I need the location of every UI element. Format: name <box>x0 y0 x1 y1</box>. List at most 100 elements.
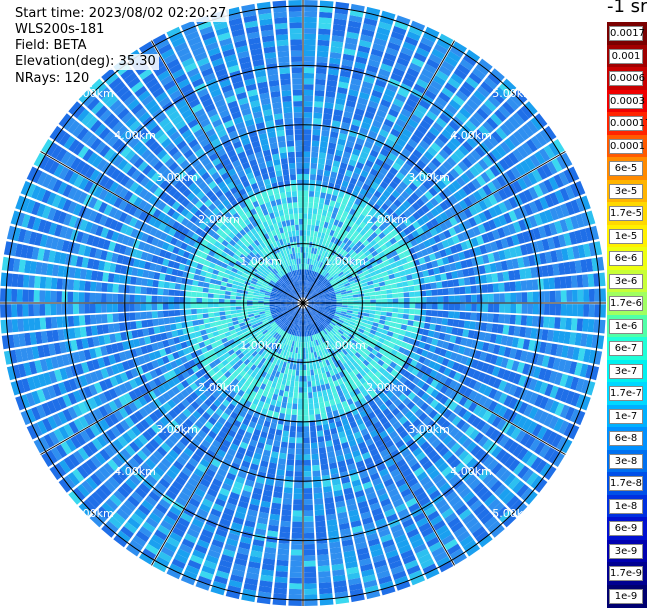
radar-cell <box>313 118 322 125</box>
radar-cell <box>162 296 169 303</box>
radar-cell <box>293 207 298 214</box>
radar-cell <box>311 380 316 387</box>
radar-cell <box>311 140 320 147</box>
radar-cell <box>303 202 308 208</box>
radar-cell <box>292 78 303 85</box>
radar-cell <box>95 293 102 303</box>
radar-cell <box>186 321 194 327</box>
radar-cell <box>300 359 303 365</box>
radar-cell <box>319 220 325 227</box>
radar-cell <box>277 377 283 385</box>
radar-cell <box>296 437 303 444</box>
radar-cell <box>298 207 303 214</box>
radar-cell <box>230 299 236 303</box>
radar-cell <box>290 549 302 556</box>
radar-cell <box>44 290 51 302</box>
radar-cell <box>317 208 323 216</box>
radar-cell <box>298 381 303 388</box>
radar-cell <box>577 304 584 317</box>
radar-cell <box>325 406 332 413</box>
radar-cell <box>303 527 315 534</box>
radar-cell <box>292 403 298 410</box>
radar-cell <box>303 173 310 180</box>
radar-cell <box>375 303 382 307</box>
radar-cell <box>202 292 209 298</box>
radar-cell <box>303 61 315 68</box>
radar-cell <box>290 39 302 46</box>
radar-cell <box>22 304 29 317</box>
radar-cell <box>170 275 177 283</box>
radar-cell <box>305 342 308 348</box>
radar-cell <box>303 67 315 74</box>
radar-cell <box>307 381 312 387</box>
radar-cell <box>290 555 302 562</box>
radar-cell <box>316 543 328 550</box>
radar-cell <box>300 252 303 259</box>
radar-cell <box>288 442 296 449</box>
radar-cell <box>359 303 365 306</box>
radar-cell <box>308 397 314 404</box>
radar-cell <box>16 289 23 302</box>
radar-cell <box>34 275 41 289</box>
radar-cell <box>282 101 292 108</box>
radar-cell <box>281 90 292 97</box>
radar-cell <box>304 555 316 562</box>
radar-cell <box>293 493 303 500</box>
radar-cell <box>272 153 280 161</box>
radar-cell <box>320 135 329 143</box>
radar-cell <box>173 303 180 310</box>
radar-cell <box>303 78 314 85</box>
radar-cell <box>276 559 289 567</box>
radar-cell <box>303 381 308 388</box>
radar-cell <box>213 307 220 312</box>
radar-cell <box>219 307 225 312</box>
radar-cell <box>101 314 108 324</box>
radar-cell <box>414 309 421 315</box>
radar-cell <box>318 582 332 589</box>
radar-cell <box>303 129 312 135</box>
radar-cell <box>304 56 315 62</box>
radar-cell <box>290 380 295 387</box>
radar-cell <box>303 375 307 382</box>
radar-cell <box>303 252 306 259</box>
radar-cell <box>317 559 330 567</box>
radar-cell <box>312 363 317 370</box>
radar-cell <box>341 307 348 310</box>
radar-cell <box>565 317 572 331</box>
radar-cell <box>174 310 181 316</box>
radar-cell <box>304 28 317 34</box>
radar-cell <box>289 236 294 243</box>
radar-cell <box>312 386 317 393</box>
radar-cell <box>423 322 431 330</box>
radar-cell <box>307 219 312 225</box>
radar-cell <box>72 291 79 303</box>
radar-cell <box>303 112 313 118</box>
radar-cell <box>290 33 302 40</box>
radar-cell <box>230 291 237 296</box>
radar-cell <box>56 304 62 315</box>
radar-cell <box>303 516 314 522</box>
radar-cell <box>464 312 472 320</box>
radar-cell <box>185 309 192 315</box>
radar-cell <box>236 312 243 317</box>
radar-cell <box>303 359 306 365</box>
radar-cell <box>310 157 318 164</box>
radar-cell <box>252 295 259 299</box>
radar-cell <box>516 303 522 314</box>
radar-cell <box>299 235 303 242</box>
radar-cell <box>191 314 198 321</box>
radar-cell <box>309 414 315 421</box>
radar-cell <box>291 224 296 231</box>
radar-cell <box>317 39 330 47</box>
radar-cell <box>560 304 567 316</box>
radar-cell <box>582 318 589 332</box>
radar-cell <box>555 304 562 316</box>
radar-cell <box>185 303 191 309</box>
radar-cell <box>543 316 550 328</box>
radar-cell <box>274 480 284 488</box>
radar-cell <box>295 145 303 152</box>
radar-cell <box>431 310 438 317</box>
radar-cell <box>159 325 166 333</box>
radar-cell <box>402 314 409 320</box>
radar-cell <box>310 375 315 382</box>
